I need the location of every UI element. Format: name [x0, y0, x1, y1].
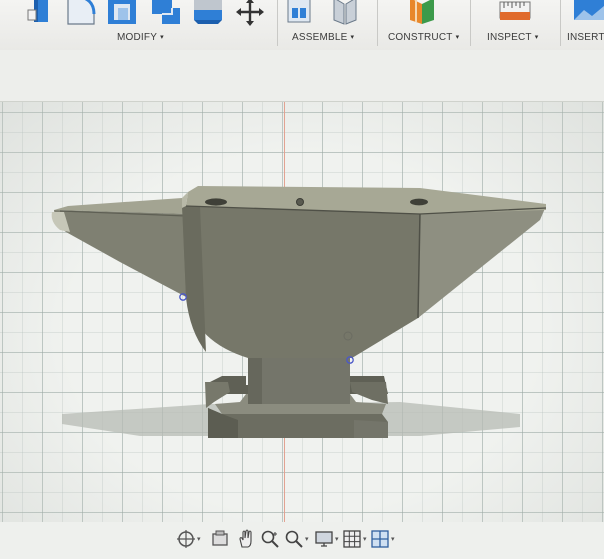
chevron-down-icon: ▾: [391, 536, 395, 543]
new-component-icon[interactable]: [286, 0, 312, 28]
chevron-down-icon: ▾: [160, 34, 164, 41]
group-divider: [277, 0, 278, 46]
chevron-down-icon: ▾: [534, 34, 539, 41]
anvil-waist-shade: [248, 352, 262, 404]
pan-icon: [239, 529, 252, 548]
viewports-icon: [371, 530, 389, 548]
scale-icon[interactable]: [192, 0, 224, 28]
zoom-button[interactable]: [260, 528, 280, 550]
combine-icon[interactable]: [150, 0, 182, 28]
fit-window-button[interactable]: ▾: [284, 528, 309, 550]
base-front-right-edge: [354, 420, 388, 438]
construct-menu-label: CONSTRUCT: [388, 31, 453, 43]
chevron-down-icon: ▾: [335, 536, 339, 543]
group-divider: [377, 0, 378, 46]
pan-button[interactable]: [236, 528, 256, 550]
app-window: MODIFY ▾ ASSEMBLE ▾ CONSTRUCT ▾ INSPECT …: [0, 0, 604, 559]
insert-menu[interactable]: INSERT: [567, 30, 604, 44]
measure-icon[interactable]: [498, 0, 532, 28]
press-pull-icon[interactable]: [24, 0, 52, 28]
display-settings-icon: [315, 531, 333, 547]
anvil-waist: [248, 352, 350, 404]
look-at-button[interactable]: [210, 528, 230, 550]
canvas-viewport[interactable]: [0, 102, 604, 522]
insert-image-icon[interactable]: [574, 0, 604, 28]
move-copy-icon[interactable]: [234, 0, 266, 28]
inspect-menu[interactable]: INSPECT ▾: [487, 30, 538, 44]
anvil-model[interactable]: [0, 102, 604, 522]
anvil-horn: [54, 210, 190, 298]
chevron-down-icon: ▾: [305, 536, 309, 543]
chevron-down-icon: ▾: [350, 34, 355, 41]
inspect-menu-label: INSPECT: [487, 31, 532, 43]
insert-menu-label: INSERT: [567, 31, 604, 43]
grid-settings-icon: [343, 530, 361, 548]
group-divider: [560, 0, 561, 46]
chevron-down-icon: ▾: [197, 536, 201, 543]
pritchel-hole: [410, 198, 428, 206]
chevron-down-icon: ▾: [363, 536, 367, 543]
viewports-button[interactable]: ▾: [370, 528, 395, 550]
chevron-down-icon: ▾: [455, 34, 460, 41]
joint-icon[interactable]: [330, 0, 360, 28]
grid-settings-button[interactable]: ▾: [342, 528, 367, 550]
base-right-foot: [350, 382, 388, 404]
assemble-menu[interactable]: ASSEMBLE ▾: [292, 30, 354, 44]
group-divider: [470, 0, 471, 46]
fillet-icon[interactable]: [64, 0, 96, 28]
look-at-icon: [212, 530, 228, 546]
shell-icon[interactable]: [106, 0, 138, 28]
anvil-body: [182, 204, 420, 358]
hardy-hole: [205, 198, 227, 206]
navigation-bar: ▾ ▾ ▾ ▾ ▾: [0, 522, 604, 559]
assemble-menu-label: ASSEMBLE: [292, 31, 348, 43]
sketch-point: [296, 198, 304, 206]
zoom-icon: [261, 530, 279, 548]
fit-window-icon: [285, 530, 303, 548]
display-settings-button[interactable]: ▾: [314, 528, 339, 550]
orbit-icon: [177, 530, 195, 548]
design-toolbar: MODIFY ▾ ASSEMBLE ▾ CONSTRUCT ▾ INSPECT …: [0, 0, 604, 50]
toolbar-spacer: [0, 50, 604, 102]
anvil-heel: [418, 206, 546, 318]
modify-menu[interactable]: MODIFY ▾: [117, 30, 164, 44]
offset-plane-icon[interactable]: [406, 0, 440, 28]
orbit-button[interactable]: ▾: [176, 528, 201, 550]
construct-menu[interactable]: CONSTRUCT ▾: [388, 30, 459, 44]
modify-menu-label: MODIFY: [117, 31, 158, 43]
